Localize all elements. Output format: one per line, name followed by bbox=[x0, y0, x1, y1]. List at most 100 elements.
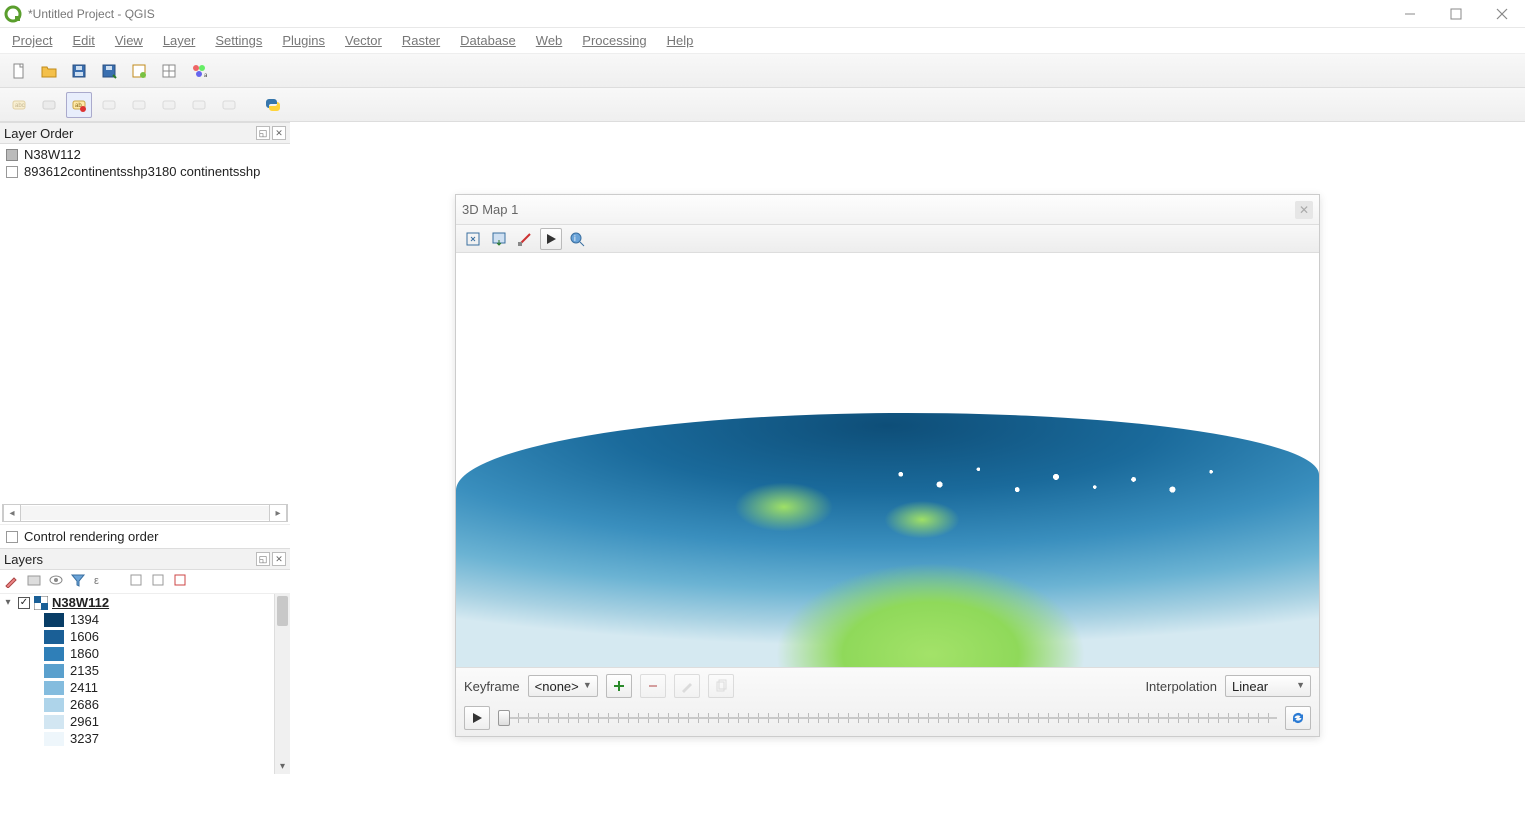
new-print-layout-button[interactable] bbox=[126, 58, 152, 84]
map-canvas[interactable]: 3D Map 1 ✕ i Keyframe <none> Interpolati bbox=[290, 122, 1525, 818]
add-keyframe-button[interactable] bbox=[606, 674, 632, 698]
remove-layer-icon[interactable] bbox=[172, 572, 188, 591]
svg-text:i: i bbox=[574, 234, 576, 243]
legend-value: 2686 bbox=[70, 697, 99, 712]
layer-row[interactable]: ▾ ✓ N38W112 bbox=[0, 594, 290, 611]
window-minimize-button[interactable] bbox=[1387, 0, 1433, 28]
legend-row: 1860 bbox=[0, 645, 290, 662]
save-as-button[interactable] bbox=[96, 58, 122, 84]
checkbox-icon[interactable] bbox=[6, 166, 18, 178]
layer-order-item[interactable]: N38W112 bbox=[0, 146, 290, 163]
menu-edit[interactable]: Edit bbox=[62, 30, 104, 51]
expander-icon[interactable]: ▾ bbox=[2, 597, 14, 608]
legend-row: 1394 bbox=[0, 611, 290, 628]
legend-row: 1606 bbox=[0, 628, 290, 645]
3d-map-close-button[interactable]: ✕ bbox=[1295, 201, 1313, 219]
add-group-icon[interactable] bbox=[26, 572, 42, 591]
edit-keyframe-button[interactable] bbox=[674, 674, 700, 698]
legend-row: 2411 bbox=[0, 679, 290, 696]
legend-value: 1394 bbox=[70, 612, 99, 627]
menu-raster[interactable]: Raster bbox=[392, 30, 450, 51]
label-tool-4[interactable] bbox=[126, 92, 152, 118]
menu-help[interactable]: Help bbox=[657, 30, 704, 51]
legend-swatch bbox=[44, 732, 64, 746]
layers-vscroll[interactable]: ▾ bbox=[274, 594, 290, 774]
window-close-button[interactable] bbox=[1479, 0, 1525, 28]
layers-title: Layers bbox=[4, 552, 43, 567]
legend-swatch bbox=[44, 681, 64, 695]
legend-value: 2961 bbox=[70, 714, 99, 729]
duplicate-keyframe-button[interactable] bbox=[708, 674, 734, 698]
3d-map-viewport[interactable] bbox=[456, 253, 1319, 667]
legend-value: 2135 bbox=[70, 663, 99, 678]
checkbox-icon[interactable] bbox=[6, 149, 18, 161]
layer-order-list: N38W112 893612continentsshp3180 continen… bbox=[0, 144, 290, 504]
legend-swatch bbox=[44, 715, 64, 729]
remove-keyframe-button[interactable] bbox=[640, 674, 666, 698]
layers-panel-header: Layers ◱ ✕ bbox=[0, 548, 290, 570]
menu-plugins[interactable]: Plugins bbox=[272, 30, 335, 51]
interpolation-combo[interactable]: Linear bbox=[1225, 675, 1311, 697]
save-project-button[interactable] bbox=[66, 58, 92, 84]
panel-close-icon[interactable]: ✕ bbox=[272, 552, 286, 566]
save-image-icon[interactable] bbox=[488, 228, 510, 250]
menu-web[interactable]: Web bbox=[526, 30, 573, 51]
configure-icon[interactable] bbox=[514, 228, 536, 250]
collapse-all-icon[interactable] bbox=[150, 572, 166, 591]
menu-vector[interactable]: Vector bbox=[335, 30, 392, 51]
animation-play-icon[interactable] bbox=[540, 228, 562, 250]
layers-toolbar: ε bbox=[0, 570, 290, 594]
panel-undock-icon[interactable]: ◱ bbox=[256, 552, 270, 566]
panel-close-icon[interactable]: ✕ bbox=[272, 126, 286, 140]
legend-row: 2961 bbox=[0, 713, 290, 730]
label-tool-7[interactable] bbox=[216, 92, 242, 118]
layer-order-item[interactable]: 893612continentsshp3180 continentsshp bbox=[0, 163, 290, 180]
zoom-full-icon[interactable] bbox=[462, 228, 484, 250]
keyframe-combo[interactable]: <none> bbox=[528, 675, 598, 697]
timeline-slider[interactable] bbox=[498, 707, 1277, 729]
layer-order-hscroll[interactable]: ◂▸ bbox=[2, 504, 288, 522]
new-project-button[interactable] bbox=[6, 58, 32, 84]
label-tool-6[interactable] bbox=[186, 92, 212, 118]
control-rendering-order-checkbox[interactable] bbox=[6, 531, 18, 543]
python-console-button[interactable] bbox=[260, 92, 286, 118]
window-maximize-button[interactable] bbox=[1433, 0, 1479, 28]
timeline-play-button[interactable] bbox=[464, 706, 490, 730]
visibility-icon[interactable] bbox=[48, 572, 64, 591]
layer-visibility-checkbox[interactable]: ✓ bbox=[18, 597, 30, 609]
open-project-button[interactable] bbox=[36, 58, 62, 84]
menu-project[interactable]: Project bbox=[2, 30, 62, 51]
legend-swatch bbox=[44, 664, 64, 678]
label-tool-5[interactable] bbox=[156, 92, 182, 118]
keyframe-label: Keyframe bbox=[464, 679, 520, 694]
timeline-handle[interactable] bbox=[498, 710, 510, 726]
3d-map-title: 3D Map 1 bbox=[462, 202, 518, 217]
expression-icon[interactable]: ε bbox=[92, 572, 108, 591]
menu-processing[interactable]: Processing bbox=[572, 30, 656, 51]
interpolation-label: Interpolation bbox=[1145, 679, 1217, 694]
3d-map-titlebar[interactable]: 3D Map 1 ✕ bbox=[456, 195, 1319, 225]
label-tool-highlight[interactable]: ab bbox=[66, 92, 92, 118]
menu-database[interactable]: Database bbox=[450, 30, 526, 51]
style-icon[interactable] bbox=[4, 572, 20, 591]
3d-map-toolbar: i bbox=[456, 225, 1319, 253]
label-tool-1[interactable]: abc bbox=[6, 92, 32, 118]
menu-view[interactable]: View bbox=[105, 30, 153, 51]
style-manager-button[interactable]: a bbox=[186, 58, 212, 84]
panel-undock-icon[interactable]: ◱ bbox=[256, 126, 270, 140]
menu-settings[interactable]: Settings bbox=[205, 30, 272, 51]
svg-text:a: a bbox=[204, 73, 207, 79]
layout-manager-button[interactable] bbox=[156, 58, 182, 84]
menu-layer[interactable]: Layer bbox=[153, 30, 206, 51]
label-tool-2[interactable] bbox=[36, 92, 62, 118]
timeline-repeat-button[interactable] bbox=[1285, 706, 1311, 730]
layer-order-panel-header: Layer Order ◱ ✕ bbox=[0, 122, 290, 144]
identify-icon[interactable]: i bbox=[566, 228, 588, 250]
filter-icon[interactable] bbox=[70, 572, 86, 591]
legend-swatch bbox=[44, 630, 64, 644]
label-tool-3[interactable] bbox=[96, 92, 122, 118]
svg-text:ε: ε bbox=[94, 575, 99, 587]
menu-bar: Project Edit View Layer Settings Plugins… bbox=[0, 28, 1525, 54]
expand-all-icon[interactable] bbox=[128, 572, 144, 591]
qgis-logo-icon bbox=[4, 5, 22, 23]
